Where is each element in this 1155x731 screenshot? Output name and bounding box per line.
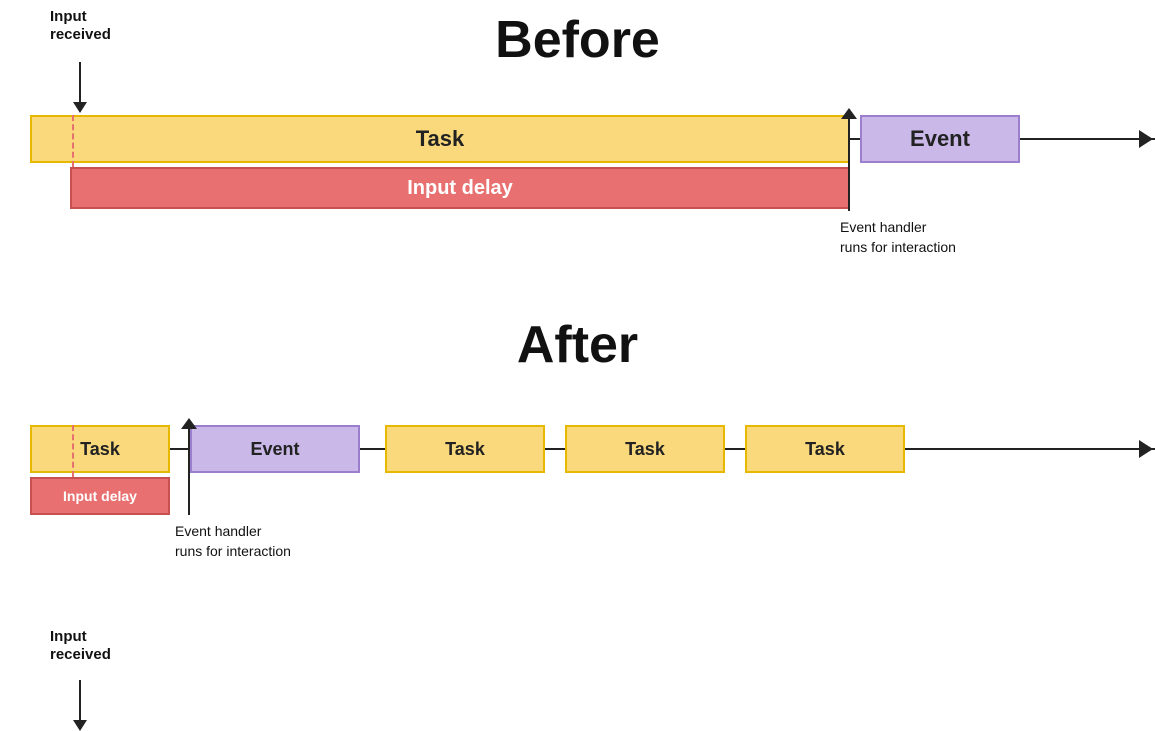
after-input-delay-label: Input delay (63, 488, 137, 504)
before-timeline-arrow-icon (1139, 130, 1153, 148)
after-task-bar-4: Task (745, 425, 905, 473)
after-event-handler-label: Event handlerruns for interaction (175, 522, 291, 561)
before-connector-1 (850, 138, 860, 140)
before-event-bar: Event (860, 115, 1020, 163)
before-dotted-line (72, 115, 74, 167)
after-task-bar-1: Task (30, 425, 170, 473)
after-input-delay-bar: Input delay (30, 477, 170, 515)
after-event-bar: Event (190, 425, 360, 473)
after-dotted-line (72, 425, 74, 477)
after-task-bar-2: Task (385, 425, 545, 473)
after-task-1-label: Task (80, 439, 120, 460)
before-input-received-label: Inputreceived (50, 8, 111, 44)
after-title: After (517, 315, 638, 375)
diagram-container: Before Inputreceived Task Event Input de… (0, 0, 1155, 647)
before-input-delay-bar: Input delay (70, 167, 850, 209)
after-task-2-label: Task (445, 439, 485, 460)
before-task-bar: Task (30, 115, 850, 163)
before-event-label: Event (910, 126, 970, 152)
after-task-3-label: Task (625, 439, 665, 460)
before-title: Before (495, 10, 660, 70)
before-event-handler-label: Event handlerruns for interaction (840, 218, 956, 257)
after-task-bar-3: Task (565, 425, 725, 473)
before-input-arrow (73, 62, 87, 113)
after-junction-arrow-icon (181, 418, 197, 429)
after-connector-1 (170, 448, 190, 450)
after-task-4-label: Task (805, 439, 845, 460)
before-junction-line (848, 115, 850, 211)
after-timeline-arrow-icon (1139, 440, 1153, 458)
after-section: After Inputreceived Task Event Task Task (0, 310, 1155, 647)
before-junction-arrow-icon (841, 108, 857, 119)
after-connector-2 (360, 448, 385, 450)
after-junction-line (188, 425, 190, 515)
after-input-arrow (73, 680, 87, 731)
before-connector-2 (1020, 138, 1100, 140)
before-input-delay-label: Input delay (407, 177, 513, 200)
before-task-label: Task (416, 126, 465, 152)
after-input-received-label: Inputreceived (50, 628, 111, 664)
after-connector-3 (545, 448, 565, 450)
before-section: Before Inputreceived Task Event Input de… (0, 0, 1155, 310)
after-event-label: Event (250, 439, 299, 460)
after-connector-4 (725, 448, 745, 450)
